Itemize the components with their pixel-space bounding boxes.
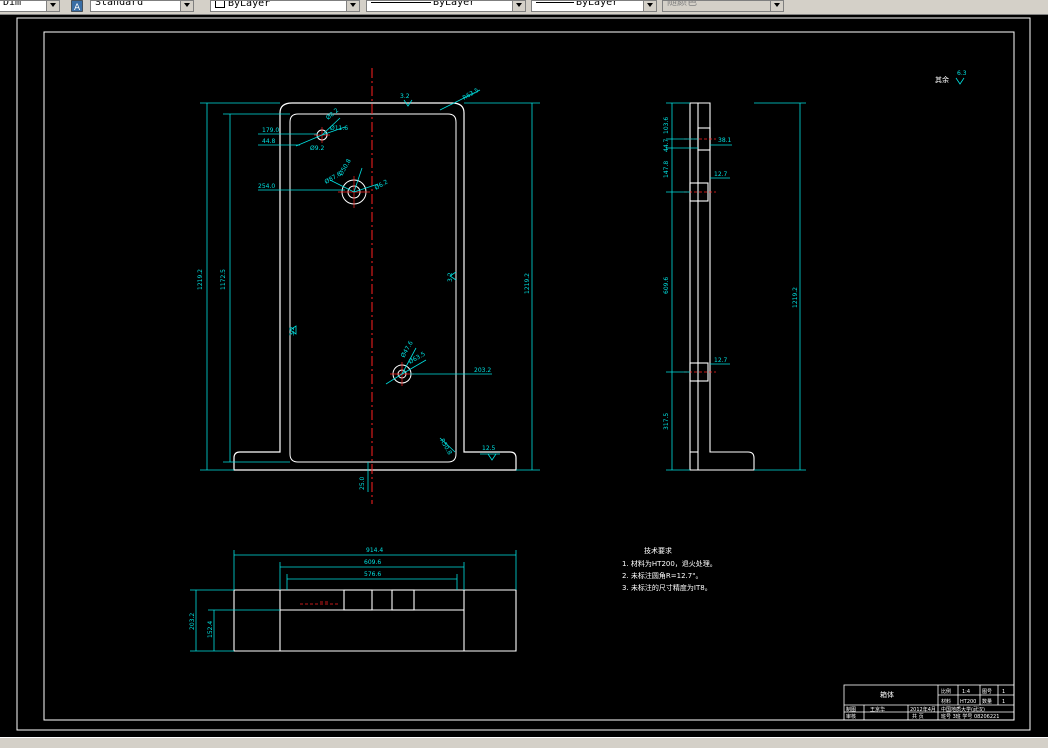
front-outline (233, 102, 517, 471)
chevron-down-icon (770, 1, 783, 11)
part-name: 箱体 (880, 690, 894, 699)
layer-color-value: ByLayer (228, 0, 271, 9)
lineweight-value: ByLayer (576, 0, 619, 8)
class-info: 班号 3班 学号 08206221 (941, 713, 999, 720)
dim-179: 179.0 (262, 127, 279, 134)
svg-text:A: A (74, 3, 81, 12)
side-dim-8: 12.7 (714, 357, 728, 364)
front-dimensions (200, 77, 965, 492)
plotstyle-dropdown: 随颜色 (662, 0, 784, 12)
dim-hole2b: Ø87.6 (324, 171, 343, 186)
tech-title: 技术要求 (644, 546, 672, 555)
dim-254: 254.0 (258, 183, 275, 190)
top-view (233, 589, 517, 652)
side-dim-4: 609.6 (663, 277, 670, 294)
dim-hole3b: Ø63.5 (408, 351, 427, 366)
dim-front-height-outer: 1219.2 (197, 269, 204, 290)
rough-general: 6.3 (957, 70, 967, 77)
tech-item-2: 2. 未标注圆角R=12.7"。 (622, 571, 702, 580)
textstyle-value: Standard (95, 0, 144, 8)
textstyle-dropdown[interactable]: Standard (90, 0, 194, 12)
side-dim-5: 317.5 (663, 413, 670, 430)
side-dim-2: 44.7 (663, 138, 670, 152)
drawn-name: 王京华 (870, 706, 885, 713)
linetype-dropdown[interactable]: ByLayer (366, 0, 526, 12)
status-strip (0, 737, 1048, 748)
text-style-icon[interactable]: A (71, 0, 83, 12)
side-view (689, 102, 755, 471)
check-label: 审核 (846, 713, 856, 720)
side-dim-7: 12.7 (714, 171, 728, 178)
rough-2: 3.2 (289, 326, 296, 336)
material-label: 材料 (941, 698, 951, 705)
dim-r1: R63.5 (462, 87, 481, 102)
top-dimensions (190, 550, 517, 652)
scale-value: 1:4 (962, 689, 970, 695)
date: 2012年4月 (910, 706, 936, 713)
dim-hole1: Ø9.2 (310, 145, 324, 152)
rough-4: 12.5 (482, 445, 496, 452)
dim-44: 44.8 (262, 138, 276, 145)
color-swatch-icon (215, 1, 225, 8)
sheet-label: 数量 (982, 698, 992, 705)
drawing-canvas[interactable]: 1219.2 1172.5 1219.2 179.0 44.8 254.0 20… (0, 15, 1048, 737)
chevron-down-icon[interactable] (180, 1, 193, 11)
outer-sheet-border (16, 17, 1031, 731)
chevron-down-icon[interactable] (512, 1, 525, 11)
dim-front-height-inner: 1172.5 (220, 269, 227, 290)
lineweight-sample-icon (536, 1, 574, 3)
sheet-value: 1 (1002, 699, 1005, 705)
top-dim-3: 576.6 (364, 571, 381, 578)
front-inner-outline (289, 113, 457, 463)
dim-front-height-right: 1219.2 (524, 273, 531, 294)
dimstyle-dropdown[interactable]: Dim (0, 0, 60, 12)
chevron-down-icon[interactable] (643, 1, 656, 11)
tech-item-3: 3. 未标注的尺寸精度为IT8。 (622, 583, 712, 592)
plotstyle-value: 随颜色 (667, 0, 697, 8)
top-dim-1: 914.4 (366, 547, 383, 554)
side-dimensions (666, 102, 806, 471)
layer-color-dropdown[interactable]: ByLayer (210, 0, 360, 12)
qty-value: 1 (1002, 689, 1005, 695)
dimstyle-value: Dim (3, 0, 22, 8)
ratio: 共 页 (912, 713, 924, 720)
school: 中国地质大学(武汉) (941, 706, 985, 713)
dim-25: 25.0 (359, 476, 366, 490)
side-dim-6: 38.1 (718, 137, 732, 144)
side-height: 1219.2 (792, 287, 799, 308)
tech-item-1: 1. 材料为HT200，退火处理。 (622, 559, 717, 568)
chevron-down-icon[interactable] (46, 1, 59, 11)
top-dim-2: 609.6 (364, 559, 381, 566)
dim-203: 203.2 (474, 367, 491, 374)
tech-requirements: 技术要求 1. 材料为HT200，退火处理。 2. 未标注圆角R=12.7"。 … (622, 546, 717, 592)
linetype-value: ByLayer (433, 0, 476, 8)
rough-1: 3.2 (400, 93, 410, 100)
chevron-down-icon[interactable] (346, 1, 359, 11)
rough-3: 3.2 (447, 272, 454, 282)
material-value: HT200 (960, 699, 976, 705)
scale-label: 比例 (941, 688, 951, 695)
dim-hole2c: Ø6.2 (374, 178, 390, 191)
lineweight-dropdown[interactable]: ByLayer (531, 0, 657, 12)
drawn-label: 制图 (846, 706, 856, 713)
dim-r2: R50.8 (438, 438, 453, 457)
side-dim-3: 147.8 (663, 161, 670, 178)
dim-hole1b: Ø11.6 (330, 125, 348, 132)
properties-toolbar: Dim A Standard ByLayer ByLayer ByLayer 随… (0, 0, 1048, 15)
roughness-note: 其余 (935, 75, 949, 84)
side-dim-1: 103.6 (663, 117, 670, 134)
top-dim-h1: 203.2 (189, 613, 196, 630)
top-dim-h2: 152.4 (207, 621, 214, 638)
qty-label: 图号 (982, 689, 992, 695)
linetype-sample-icon (371, 1, 431, 3)
